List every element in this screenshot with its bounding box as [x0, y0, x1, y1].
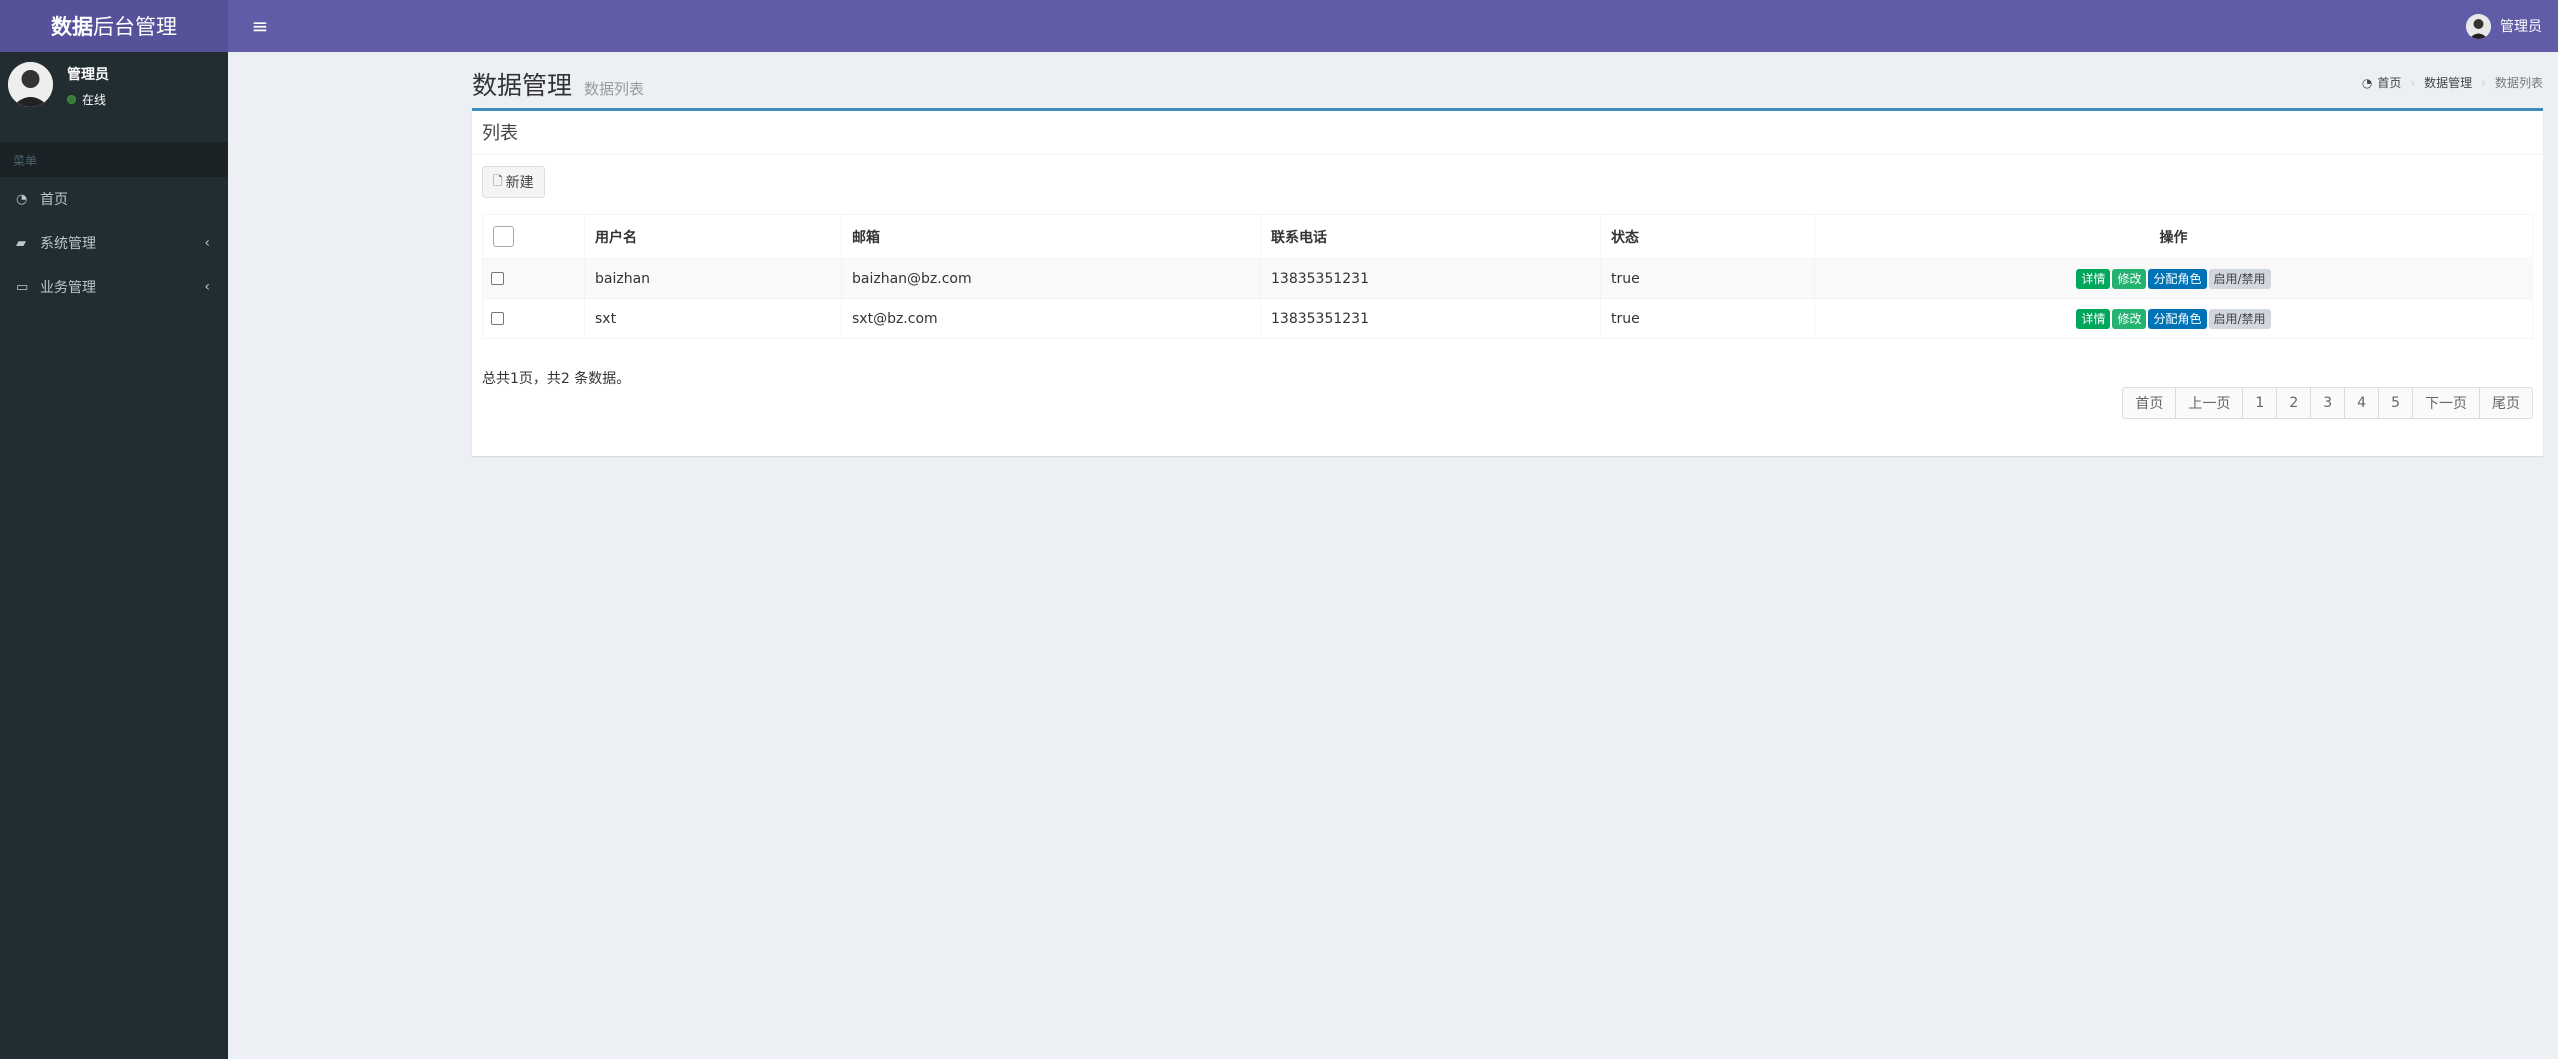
user-status: 在线	[67, 91, 109, 108]
pagination-page-3[interactable]: 3	[2310, 387, 2346, 419]
sidebar-user-name: 管理员	[67, 67, 109, 83]
page-title: 数据管理	[472, 71, 573, 100]
table-row: sxt sxt@bz.com 13835351231 true 详情 修改 分配角色…	[482, 298, 2533, 339]
online-status-icon	[67, 95, 76, 104]
breadcrumb-section[interactable]: 数据管理	[2424, 74, 2472, 91]
toggle-enable-button[interactable]: 启用/禁用	[2208, 308, 2271, 329]
page-header: 数据管理 数据列表	[472, 66, 644, 102]
breadcrumb-current: 数据列表	[2494, 76, 2543, 90]
pagination-page-2[interactable]: 2	[2276, 387, 2312, 419]
table-row: baizhan baizhan@bz.com 13835351231 true …	[482, 258, 2533, 299]
row-checkbox-cell	[482, 298, 585, 339]
user-panel: 管理员 在线	[0, 52, 228, 142]
chevron-left-icon: ‹	[204, 235, 210, 251]
table-header-row: 用户名 邮箱 联系电话 状态 操作	[482, 214, 2533, 259]
avatar	[8, 62, 53, 107]
user-status-text: 在线	[82, 93, 107, 107]
cell-email: baizhan@bz.com	[841, 258, 1261, 299]
select-all-cell	[482, 214, 585, 259]
pagination-prev[interactable]: 上一页	[2175, 387, 2244, 419]
header-phone[interactable]: 联系电话	[1260, 214, 1601, 259]
select-all-checkbox[interactable]	[493, 226, 514, 247]
dashboard-icon: ◔	[16, 191, 28, 207]
cell-username: sxt	[584, 298, 842, 339]
header-actions: 操作	[1814, 214, 2533, 259]
pagination-page-1[interactable]: 1	[2242, 387, 2278, 419]
sidebar-item-system[interactable]: ▰ 系统管理 ‹	[0, 221, 228, 265]
data-table: 用户名 邮箱 联系电话 状态 操作 baizhan baizhan@bz.com…	[482, 214, 2533, 339]
logo-bold-text: 数据	[51, 15, 93, 39]
laptop-icon: ▭	[16, 279, 29, 295]
main-content: 数据管理 数据列表 ◔ 首页 › 数据管理 › 数据列表 列表 🗋 新建 用户名…	[228, 52, 2558, 1059]
cell-actions: 详情 修改 分配角色 启用/禁用	[1814, 258, 2533, 299]
header-username[interactable]: 用户名	[584, 214, 842, 259]
sidebar-item-label: 业务管理	[40, 280, 96, 296]
logo-text: 后台管理	[93, 15, 177, 39]
detail-button[interactable]: 详情	[2076, 308, 2111, 329]
new-button-label: 新建	[505, 175, 534, 191]
assign-role-button[interactable]: 分配角色	[2148, 308, 2207, 329]
cell-status: true	[1600, 298, 1815, 339]
cell-actions: 详情 修改 分配角色 启用/禁用	[1814, 298, 2533, 339]
cell-email: sxt@bz.com	[841, 298, 1261, 339]
cell-status: true	[1600, 258, 1815, 299]
breadcrumb-home[interactable]: 首页	[2377, 74, 2401, 91]
app-logo[interactable]: 数据 后台管理	[0, 0, 228, 52]
sidebar: 管理员 在线 菜单 ◔ 首页 ▰ 系统管理 ‹ ▭ 业务管理 ‹	[0, 52, 228, 1059]
sidebar-item-business[interactable]: ▭ 业务管理 ‹	[0, 265, 228, 309]
file-icon: 🗋	[493, 173, 503, 188]
pagination-page-4[interactable]: 4	[2344, 387, 2380, 419]
folder-icon: ▰	[16, 235, 26, 251]
breadcrumb: ◔ 首页 › 数据管理 › 数据列表	[2362, 74, 2543, 91]
breadcrumb-separator: ›	[2410, 75, 2416, 90]
chevron-left-icon: ‹	[204, 279, 210, 295]
header-email[interactable]: 邮箱	[841, 214, 1261, 259]
sidebar-toggle-menu-icon[interactable]: ≡	[240, 0, 280, 52]
sidebar-item-label: 系统管理	[40, 236, 96, 252]
top-navbar: 数据 后台管理 ≡ 管理员	[0, 0, 2558, 52]
top-user-menu[interactable]: 管理员	[2466, 0, 2542, 52]
pagination-last[interactable]: 尾页	[2479, 387, 2533, 419]
pagination-first[interactable]: 首页	[2122, 387, 2177, 419]
cell-phone: 13835351231	[1260, 258, 1601, 299]
row-checkbox[interactable]	[491, 312, 504, 325]
edit-button[interactable]: 修改	[2112, 268, 2147, 289]
edit-button[interactable]: 修改	[2112, 308, 2147, 329]
detail-button[interactable]: 详情	[2076, 268, 2111, 289]
page-subtitle: 数据列表	[584, 80, 645, 98]
list-box: 列表 🗋 新建 用户名 邮箱 联系电话 状态 操作 baizhan baizha…	[472, 108, 2543, 456]
header-status[interactable]: 状态	[1600, 214, 1815, 259]
assign-role-button[interactable]: 分配角色	[2148, 268, 2207, 289]
toggle-enable-button[interactable]: 启用/禁用	[2208, 268, 2271, 289]
cell-username: baizhan	[584, 258, 842, 299]
sidebar-item-home[interactable]: ◔ 首页	[0, 177, 228, 221]
dashboard-icon: ◔	[2361, 75, 2373, 90]
top-user-name: 管理员	[2500, 19, 2542, 35]
cell-phone: 13835351231	[1260, 298, 1601, 339]
box-title: 列表	[472, 111, 2543, 155]
menu-header: 菜单	[0, 142, 228, 177]
table-summary: 总共1页，共2 条数据。	[482, 371, 631, 387]
row-checkbox[interactable]	[491, 272, 504, 285]
sidebar-item-label: 首页	[40, 192, 68, 208]
row-checkbox-cell	[482, 258, 585, 299]
new-button[interactable]: 🗋 新建	[482, 166, 545, 198]
avatar	[2466, 13, 2491, 39]
pagination-next[interactable]: 下一页	[2412, 387, 2480, 419]
pagination-page-5[interactable]: 5	[2378, 387, 2413, 419]
breadcrumb-separator: ›	[2481, 75, 2486, 90]
pagination: 首页 上一页 1 2 3 4 5 下一页 尾页	[2122, 387, 2533, 419]
